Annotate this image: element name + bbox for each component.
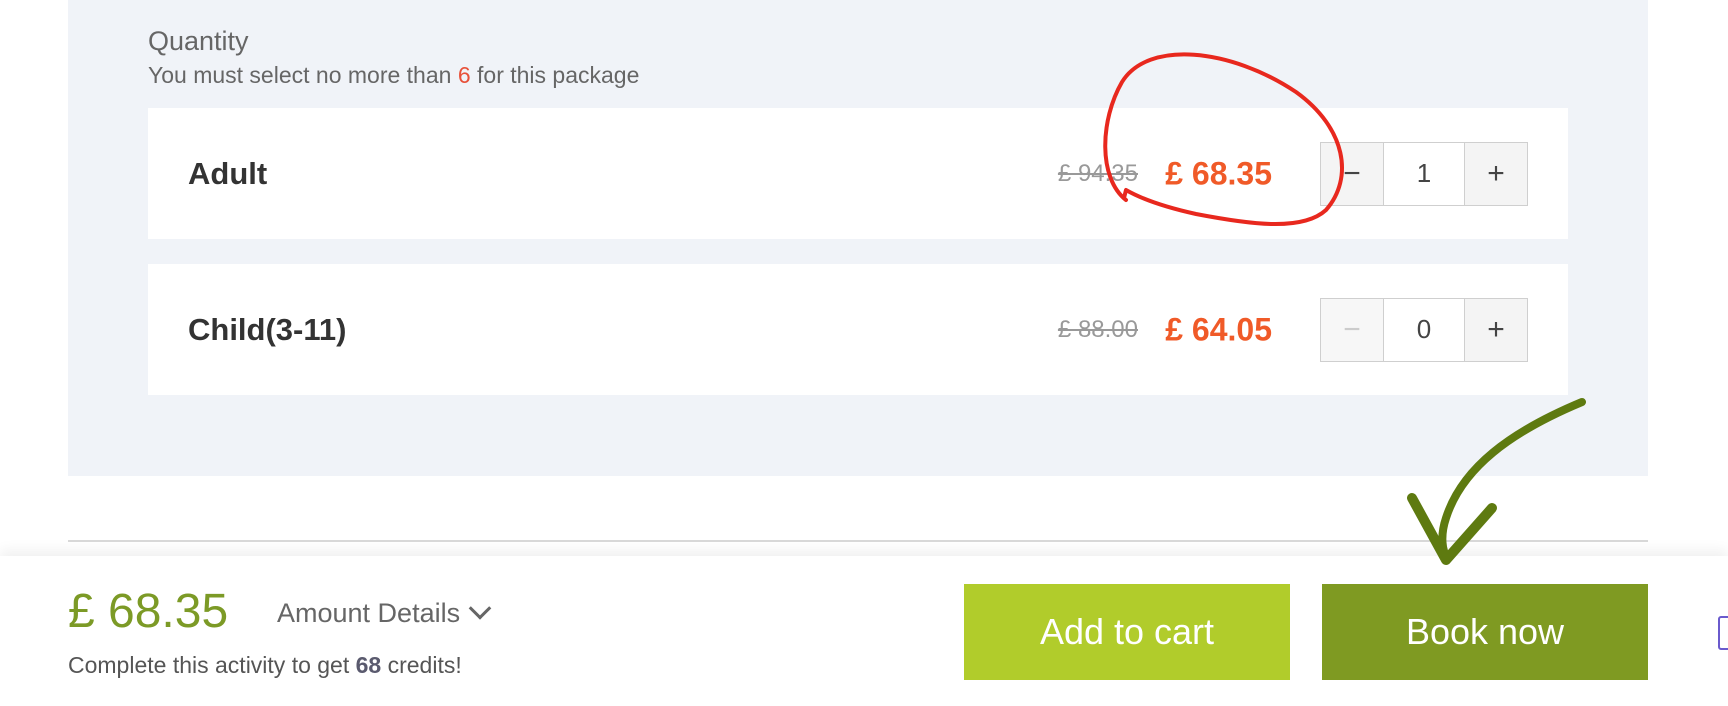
credits-value: 68 xyxy=(355,652,382,678)
original-price: £ 94.35 xyxy=(1057,159,1138,187)
increment-button[interactable]: + xyxy=(1465,142,1527,205)
total-price: £ 68.35 xyxy=(68,585,229,638)
original-price: £ 88.00 xyxy=(1057,315,1138,343)
ticket-row-child: Child(3-11) £ 88.00 £ 64.05 − 0 + xyxy=(148,264,1568,395)
ticket-label: Child(3-11) xyxy=(188,311,347,347)
credits-note: Complete this activity to get 68 credits… xyxy=(68,652,462,679)
checkout-bar: £ 68.35 Amount Details Complete this act… xyxy=(0,556,1728,706)
amount-details-toggle[interactable]: Amount Details xyxy=(277,596,492,629)
increment-button[interactable]: + xyxy=(1465,298,1527,361)
credits-suffix: credits! xyxy=(381,652,462,678)
ticket-row-adult: Adult £ 94.35 £ 68.35 − 1 + xyxy=(148,108,1568,239)
decrement-button[interactable]: − xyxy=(1321,298,1383,361)
note-prefix: You must select no more than xyxy=(148,62,458,88)
amount-details-label: Amount Details xyxy=(277,598,461,628)
credits-prefix: Complete this activity to get xyxy=(68,652,356,678)
quantity-heading: Quantity xyxy=(148,26,249,56)
quantity-stepper: − 0 + xyxy=(1320,297,1528,362)
add-to-cart-button[interactable]: Add to cart xyxy=(964,584,1290,680)
chevron-down-icon xyxy=(468,596,492,620)
book-now-button[interactable]: Book now xyxy=(1322,584,1648,680)
discounted-price: £ 68.35 xyxy=(1165,155,1272,191)
quantity-value[interactable]: 1 xyxy=(1383,142,1465,205)
arrowhead-icon xyxy=(1407,493,1497,565)
discounted-price: £ 64.05 xyxy=(1165,311,1272,347)
quantity-limit-note: You must select no more than 6 for this … xyxy=(148,62,639,89)
decrement-button[interactable]: − xyxy=(1321,142,1383,205)
note-limit: 6 xyxy=(457,62,471,88)
quantity-value[interactable]: 0 xyxy=(1383,298,1465,361)
section-divider xyxy=(68,540,1648,542)
ticket-label: Adult xyxy=(188,155,268,191)
partial-widget[interactable] xyxy=(1718,616,1728,650)
note-suffix: for this package xyxy=(470,62,640,88)
quantity-stepper: − 1 + xyxy=(1320,141,1528,206)
